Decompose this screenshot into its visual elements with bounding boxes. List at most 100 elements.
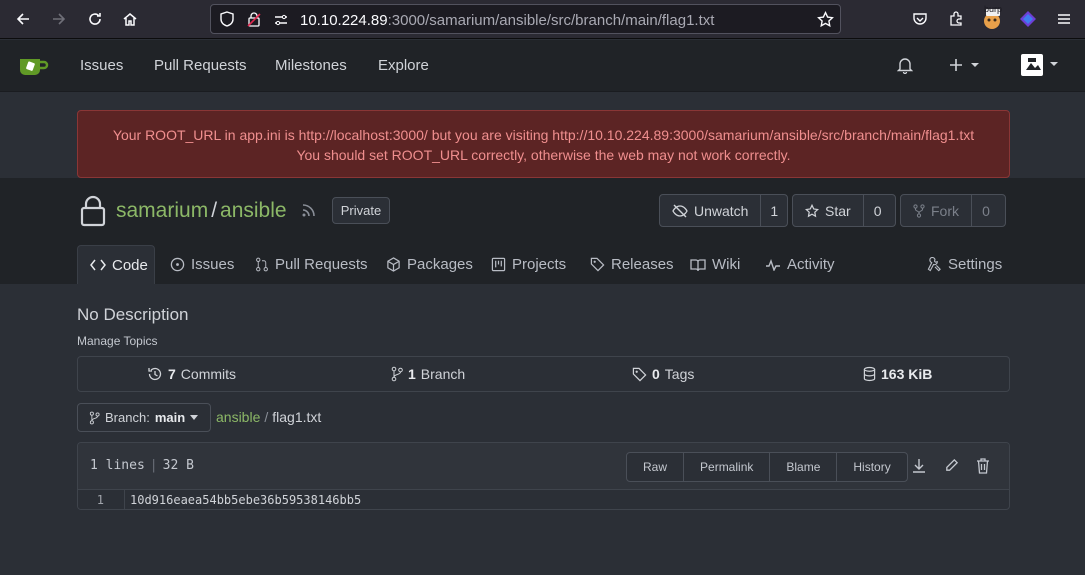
burp-extension-icon[interactable]: burp (980, 4, 1004, 31)
url-text: 10.10.224.89:3000/samarium/ansible/src/b… (300, 12, 714, 29)
breadcrumb-repo-link[interactable]: ansible (216, 409, 260, 425)
commits-stat[interactable]: 7 Commits (147, 366, 236, 382)
manage-topics-link[interactable]: Manage Topics (77, 334, 158, 348)
trash-icon[interactable] (976, 458, 990, 474)
history-button[interactable]: History (837, 453, 906, 481)
home-icon[interactable] (118, 7, 142, 31)
nav-explore[interactable]: Explore (378, 57, 429, 74)
shield-icon[interactable] (219, 11, 235, 27)
branch-icon (391, 366, 403, 382)
database-icon (863, 366, 876, 382)
tag-icon (590, 257, 605, 272)
size-stat: 163 KiB (863, 366, 932, 382)
tab-settings-label: Settings (948, 256, 1003, 273)
download-icon[interactable] (912, 458, 926, 474)
repo-name-link[interactable]: ansible (220, 199, 287, 222)
breadcrumb: ansible / flag1.txt (216, 409, 321, 425)
branch-stat[interactable]: 1 Branch (391, 366, 465, 382)
unwatch-button[interactable]: Unwatch 1 (659, 194, 788, 227)
pocket-icon[interactable] (908, 7, 932, 31)
lock-icon (80, 195, 106, 227)
browser-toolbar: 10.10.224.89:3000/samarium/ansible/src/b… (0, 0, 1085, 39)
unwatch-label-wrap[interactable]: Unwatch (660, 195, 762, 226)
star-count[interactable]: 0 (864, 203, 892, 219)
permissions-icon[interactable] (273, 12, 289, 28)
tab-code[interactable]: Code (77, 245, 155, 284)
nav-issues[interactable]: Issues (80, 57, 123, 74)
repo-stats-bar: 7 Commits 1 Branch 0 Tags 163 KiB (77, 356, 1010, 392)
repo-size: 163 KiB (881, 366, 933, 382)
private-badge: Private (332, 197, 390, 224)
tab-releases[interactable]: Releases (578, 245, 686, 284)
warning-line-2: You should set ROOT_URL correctly, other… (296, 147, 791, 163)
package-icon (386, 257, 401, 272)
nav-milestones[interactable]: Milestones (275, 57, 347, 74)
repo-title-separator: / (211, 199, 218, 222)
menu-icon[interactable] (1052, 7, 1076, 31)
branch-dropdown[interactable]: Branch: main (77, 403, 211, 432)
eye-slash-icon (672, 204, 688, 218)
line-number[interactable]: 1 (78, 490, 125, 509)
bookmark-star-icon[interactable] (817, 11, 834, 28)
url-path: :3000/samarium/ansible/src/branch/main/f… (387, 12, 715, 29)
tab-releases-label: Releases (611, 256, 674, 273)
tab-wiki[interactable]: Wiki (678, 245, 752, 284)
create-plus-icon[interactable] (949, 58, 981, 72)
fork-button[interactable]: Fork 0 (900, 194, 1006, 227)
tab-code-label: Code (112, 256, 148, 274)
tab-issues-label: Issues (191, 256, 235, 273)
file-button-group: Raw Permalink Blame History (626, 452, 908, 482)
branch-prefix: Branch: (105, 410, 150, 425)
tags-label: Tags (664, 366, 695, 382)
back-icon[interactable] (11, 7, 35, 31)
star-icon (805, 203, 819, 218)
user-avatar[interactable] (1021, 53, 1061, 77)
root-url-warning: Your ROOT_URL in app.ini is http://local… (77, 110, 1010, 178)
tab-wiki-label: Wiki (712, 256, 741, 273)
address-bar[interactable]: 10.10.224.89:3000/samarium/ansible/src/b… (210, 4, 841, 34)
watch-count[interactable]: 1 (761, 203, 787, 219)
branch-count: 1 (408, 366, 416, 382)
file-size: 32 B (162, 458, 194, 473)
nav-pull-requests[interactable]: Pull Requests (154, 57, 247, 74)
file-info: 1 lines | 32 B (90, 458, 194, 473)
tab-settings[interactable]: Settings (915, 245, 1014, 284)
forward-icon[interactable] (47, 7, 71, 31)
permalink-button[interactable]: Permalink (684, 453, 771, 481)
tags-count: 0 (652, 366, 660, 382)
star-label-wrap[interactable]: Star (793, 195, 864, 226)
dropdown-caret-icon (190, 415, 199, 420)
tags-icon (632, 367, 647, 382)
reload-icon[interactable] (83, 7, 107, 31)
rss-icon[interactable] (301, 202, 317, 218)
repo-owner-link[interactable]: samarium (116, 199, 208, 222)
tab-projects[interactable]: Projects (479, 245, 578, 284)
notification-bell-icon[interactable] (897, 57, 913, 74)
tags-stat[interactable]: 0 Tags (632, 366, 694, 382)
tab-projects-label: Projects (512, 256, 567, 273)
issue-icon (170, 257, 185, 272)
edit-pencil-icon[interactable] (944, 458, 959, 473)
blame-button[interactable]: Blame (770, 453, 838, 481)
raw-button[interactable]: Raw (627, 453, 685, 481)
tab-activity[interactable]: Activity (753, 245, 847, 284)
star-button[interactable]: Star 0 (792, 194, 896, 227)
repo-description: No Description (77, 305, 189, 324)
gitea-logo-icon[interactable] (18, 55, 50, 77)
unwatch-label: Unwatch (694, 202, 749, 219)
tab-pull-requests[interactable]: Pull Requests (243, 245, 380, 284)
tab-activity-label: Activity (787, 256, 835, 273)
lock-warning-icon[interactable] (246, 11, 262, 27)
tab-packages[interactable]: Packages (374, 245, 485, 284)
star-label: Star (825, 202, 851, 219)
tab-issues[interactable]: Issues (158, 245, 246, 284)
fork-label: Fork (931, 202, 959, 219)
code-icon (90, 259, 106, 271)
purple-extension-icon[interactable] (1016, 7, 1040, 31)
burp-label: burp (984, 4, 1003, 14)
fork-icon (913, 203, 925, 218)
fork-label-wrap[interactable]: Fork (901, 195, 972, 226)
pulse-icon (765, 258, 781, 271)
extensions-icon[interactable] (944, 7, 968, 31)
pull-request-icon (255, 257, 269, 272)
